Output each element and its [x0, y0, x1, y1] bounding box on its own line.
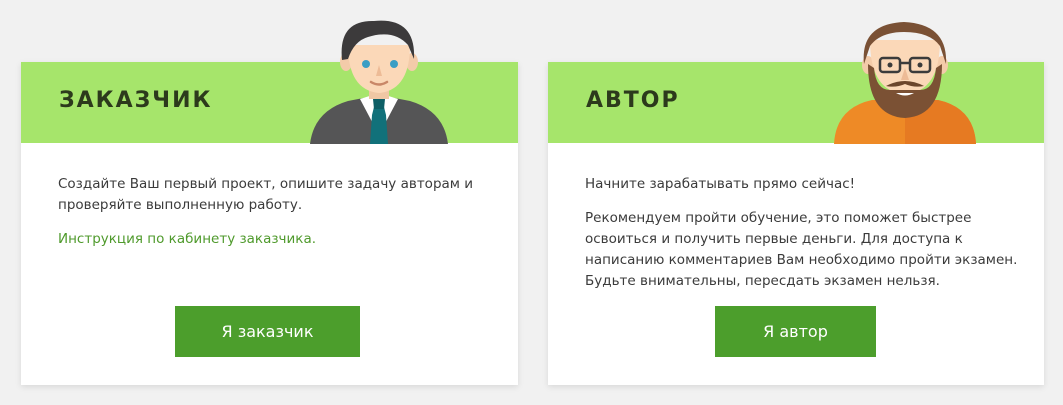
customer-card-title: ЗАКАЗЧИК: [59, 88, 213, 113]
author-card-title: АВТОР: [586, 88, 680, 113]
bearded-man-avatar-icon: [834, 22, 976, 144]
customer-description: Создайте Ваш первый проект, опишите зада…: [58, 176, 474, 213]
author-intro: Начните зарабатывать прямо сейчас!: [585, 176, 856, 192]
customer-button[interactable]: Я заказчик: [175, 306, 360, 357]
author-button[interactable]: Я автор: [715, 306, 876, 357]
customer-guide-link[interactable]: Инструкция по кабинету заказчика.: [58, 231, 316, 247]
businessman-avatar-icon: [310, 20, 448, 144]
customer-card-body: Создайте Ваш первый проект, опишите зада…: [58, 174, 498, 263]
author-card-body: Начните зарабатывать прямо сейчас! Реком…: [585, 174, 1025, 305]
author-description: Рекомендуем пройти обучение, это поможет…: [585, 210, 1018, 289]
